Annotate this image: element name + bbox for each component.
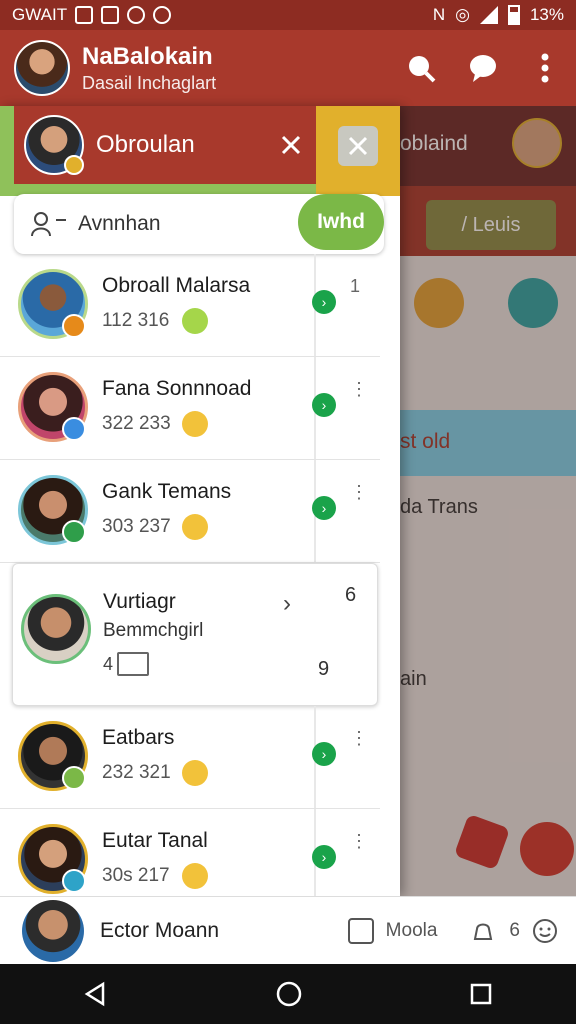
chevron-right-icon[interactable]: › xyxy=(312,742,336,766)
nfc-icon: N xyxy=(432,5,446,24)
camera-icon[interactable] xyxy=(347,917,374,944)
marker-a: 6 xyxy=(345,584,357,606)
app-subtitle: Dasail Inchaglart xyxy=(82,72,217,93)
bottom-count: 6 xyxy=(509,919,520,941)
home-icon[interactable] xyxy=(275,980,303,1008)
emoji-icon xyxy=(182,863,208,889)
contact-name: Fana Sonnnoad xyxy=(102,377,252,400)
chevron-right-icon[interactable]: › xyxy=(312,496,336,520)
battery-icon xyxy=(507,5,520,25)
contact-number: 232 321 xyxy=(102,762,171,783)
drawer-avatar xyxy=(24,115,84,175)
contact-number: 112 316 xyxy=(102,310,170,331)
bottom-bar: Ector Moann Moola 6 xyxy=(0,896,576,964)
bottom-name: Ector Moann xyxy=(100,918,220,942)
contact-name: Obroall Malarsa xyxy=(102,274,251,297)
scrim[interactable] xyxy=(400,106,576,896)
contact-more[interactable]: ⋮ xyxy=(350,379,368,400)
app-title: NaBalokain xyxy=(82,42,213,70)
chevron-right-icon[interactable]: › xyxy=(312,393,336,417)
contact-more[interactable]: 1 xyxy=(350,276,360,297)
contact-more[interactable]: ⋮ xyxy=(350,728,368,749)
contacts-drawer: Obroulan Avnnhan Iwhd Obroall Malarsa 11… xyxy=(0,106,400,896)
contact-list: Obroall Malarsa 112 316 › 1 Fana Sonnnoa… xyxy=(0,254,400,896)
bottom-tools: Moola 6 xyxy=(347,917,576,945)
status-badge xyxy=(62,766,86,790)
contact-number: 30s 217 xyxy=(102,865,170,886)
emoji-icon xyxy=(182,514,208,540)
emoji-icon xyxy=(182,308,208,334)
contact-number: 322 233 xyxy=(102,413,171,434)
contact-name: Vurtiagr xyxy=(103,590,176,613)
more-icon[interactable] xyxy=(528,51,562,85)
contact-row[interactable]: Eutar Tanal 30s 217 › ⋮ xyxy=(0,809,380,896)
bottom-avatar[interactable] xyxy=(22,899,84,962)
status-badge xyxy=(62,520,86,544)
contact-row[interactable]: Fana Sonnnoad 322 233 › ⋮ xyxy=(0,357,380,460)
game-icon xyxy=(153,6,172,24)
contact-more[interactable]: ⋮ xyxy=(350,831,368,852)
contact-row[interactable]: Eatbars 232 321 › ⋮ xyxy=(0,706,380,809)
bottom-tool-label[interactable]: Moola xyxy=(386,920,438,942)
search-icon[interactable] xyxy=(404,51,438,85)
signal-icon xyxy=(479,6,498,24)
battery-percent: 13% xyxy=(529,5,564,24)
contact-row[interactable]: Gank Temans 303 237 › ⋮ xyxy=(0,460,380,563)
contact-number: 303 237 xyxy=(102,516,171,537)
drawer-header: Obroulan xyxy=(0,106,400,196)
contact-name: Eutar Tanal xyxy=(102,829,208,852)
smiley-icon[interactable] xyxy=(532,918,558,944)
marker-b: 9 xyxy=(318,658,330,680)
photo-icon xyxy=(75,6,94,24)
app-bar: NaBalokain Dasail Inchaglart xyxy=(0,30,576,106)
contact-row[interactable]: Obroall Malarsa 112 316 › 1 xyxy=(0,254,380,357)
contact-name: Eatbars xyxy=(102,726,175,749)
profile-avatar[interactable] xyxy=(14,40,70,96)
chevron-right-icon[interactable]: › xyxy=(283,590,291,618)
status-bar: GWAIT N ◎ 13% xyxy=(0,0,576,30)
chat-icon[interactable] xyxy=(466,51,500,85)
contact-extra-value: 4 xyxy=(103,653,114,674)
chevron-right-icon[interactable]: › xyxy=(312,290,336,314)
contact-extra: 4 xyxy=(103,652,150,676)
contact-avatar xyxy=(21,594,91,664)
add-button[interactable]: Iwhd xyxy=(298,194,384,250)
recents-icon[interactable] xyxy=(469,982,493,1006)
contact-name: Gank Temans xyxy=(102,480,232,503)
dismiss-icon[interactable] xyxy=(338,126,378,166)
contact-more[interactable]: ⋮ xyxy=(350,482,368,503)
back-icon[interactable] xyxy=(83,981,109,1007)
search-label: Avnnhan xyxy=(78,212,161,235)
alarm-icon: ◎ xyxy=(455,5,470,24)
contact-subtitle: Bemmchgirl xyxy=(103,620,204,641)
emoji-icon xyxy=(182,760,208,786)
drawer-header-name: Obroulan xyxy=(96,131,195,158)
bell-icon[interactable] xyxy=(469,917,497,945)
grid-icon xyxy=(101,6,120,24)
carrier-label: GWAIT xyxy=(12,5,68,24)
system-nav-bar xyxy=(0,964,576,1024)
chevron-right-icon[interactable]: › xyxy=(312,845,336,869)
verified-badge-icon xyxy=(64,155,84,175)
status-badge xyxy=(62,314,86,338)
person-search-icon xyxy=(31,212,66,237)
status-badge xyxy=(62,869,86,893)
search-field[interactable]: Avnnhan Iwhd xyxy=(14,194,384,254)
close-icon[interactable] xyxy=(276,130,306,160)
shield-icon xyxy=(127,6,146,24)
contact-row-expanded[interactable]: Vurtiagr Bemmchgirl 4 › 6 9 xyxy=(12,563,378,706)
emoji-icon xyxy=(182,411,208,437)
status-badge xyxy=(62,417,86,441)
card-icon xyxy=(117,652,150,676)
